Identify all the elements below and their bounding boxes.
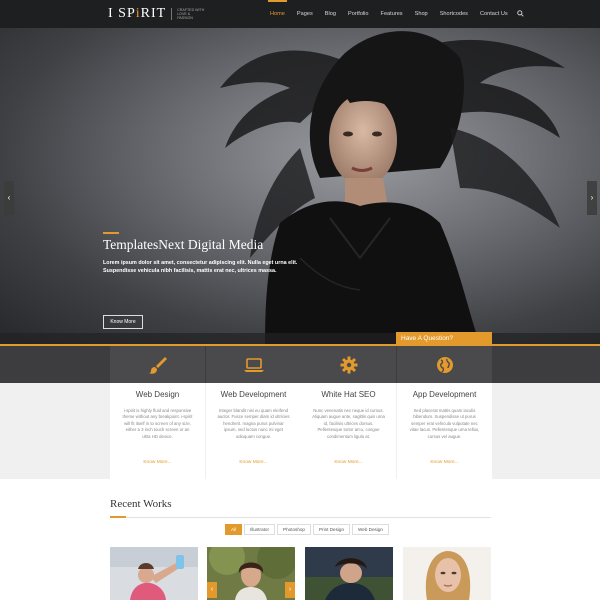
portfolio-image-blonde-woman [403,547,491,600]
logo-text: I SPiRIT [108,6,167,21]
have-a-question-tab[interactable]: Have A Question? [396,332,492,345]
filter-web-design[interactable]: Web Design [352,524,389,535]
service-icon-cell [110,346,205,383]
heading-divider [110,517,491,518]
gear-icon [340,356,357,373]
hero-text: Lorem ipsum dolor sit amet, consectetur … [103,260,298,274]
service-know-more-link[interactable]: Know More... [397,460,492,465]
search-icon[interactable] [516,9,524,19]
filter-all[interactable]: All [225,524,243,535]
service-know-more-link[interactable]: Know More... [110,460,205,465]
portfolio-thumbnail[interactable] [305,547,393,600]
service-card-web-design: Web Design i-spirit is highly fluid and … [110,383,205,479]
page: I SPiRIT CRAFTED WITH LOVE & PASSION Hom… [0,0,600,600]
logo-tagline: CRAFTED WITH LOVE & PASSION [177,7,205,21]
filter-print-design[interactable]: Print Design [312,524,351,535]
service-title: Web Design [135,390,180,399]
portfolio-image-woman-in-park [207,547,295,600]
service-icon-cell [206,346,301,383]
service-description: Nunc venenatis nec neque id cursus. Aliq… [312,408,385,439]
service-know-more-link[interactable]: Know More... [206,460,301,465]
site-logo[interactable]: I SPiRIT CRAFTED WITH LOVE & PASSION [108,6,205,22]
nav-shop[interactable]: Shop [409,0,434,28]
service-title: Web Development [220,390,287,399]
thumbnail-next-arrow-icon[interactable]: › [285,582,295,598]
service-icon-cell [397,346,492,383]
nav-home[interactable]: Home [264,0,291,28]
know-more-button[interactable]: Know More [103,315,143,329]
nav-pages[interactable]: Pages [291,0,319,28]
service-know-more-link[interactable]: Know More... [301,460,396,465]
hero-title: TemplatesNext Digital Media [103,237,264,252]
globe-icon [436,356,453,373]
portfolio-thumbnail[interactable] [403,547,491,600]
service-card-app-development: App Development Sed placerat mattis quam… [397,383,492,479]
portfolio-thumbnail[interactable] [110,547,198,600]
filter-photoshop[interactable]: Photoshop [277,524,311,535]
hero-slider: TemplatesNext Digital Media Lorem ipsum … [0,28,600,344]
nav-shortcodes[interactable]: Shortcodes [434,0,474,28]
nav-portfolio[interactable]: Portfolio [342,0,375,28]
portfolio-image-girl-stretching [110,547,198,600]
service-icon-cell [301,346,396,383]
paintbrush-icon [148,356,167,374]
nav-blog[interactable]: Blog [319,0,342,28]
portfolio-filters: All Illustrator Photoshop Print Design W… [225,524,391,535]
slider-next-arrow-icon[interactable]: › [587,181,597,215]
main-nav: Home Pages Blog Portfolio Features Shop … [264,0,524,28]
nav-contact-us[interactable]: Contact Us [474,0,514,28]
laptop-icon [243,357,264,372]
logo-divider [171,8,173,20]
heading-divider-accent [110,516,126,518]
service-description: Integer blandit nisi eu quam eleifend au… [217,408,290,439]
filter-illustrator[interactable]: Illustrator [244,524,276,535]
thumbnail-prev-arrow-icon[interactable]: ‹ [207,582,217,598]
service-title: App Development [412,390,477,399]
hero-photo-woman [0,31,600,344]
site-header: I SPiRIT CRAFTED WITH LOVE & PASSION Hom… [0,0,600,28]
nav-features[interactable]: Features [375,0,409,28]
service-card-white-hat-seo: White Hat SEO Nunc venenatis nec neque i… [301,383,396,479]
service-description: i-spirit is highly fluid and responsive … [122,408,193,439]
portfolio-thumbnail[interactable]: ‹ › [207,547,295,600]
recent-works-heading: Recent Works [110,498,172,510]
slider-prev-arrow-icon[interactable]: ‹ [4,181,14,215]
portfolio-image-woman-on-grass [305,547,393,600]
hero-title-accent [103,232,119,234]
services-icon-bar [0,344,600,383]
service-description: Sed placerat mattis quam iaculis bibendu… [409,408,480,439]
service-card-web-development: Web Development Integer blandit nisi eu … [206,383,301,479]
service-title: White Hat SEO [321,390,376,399]
